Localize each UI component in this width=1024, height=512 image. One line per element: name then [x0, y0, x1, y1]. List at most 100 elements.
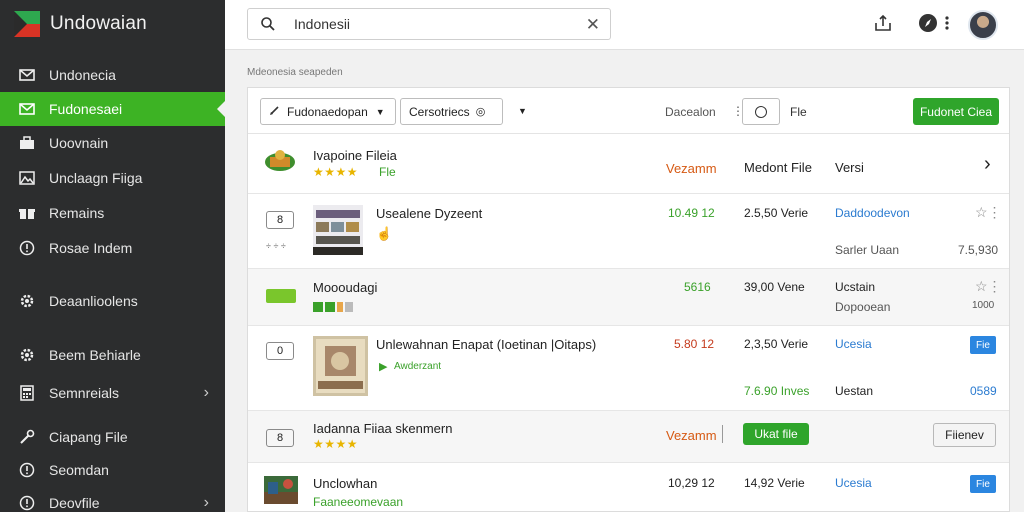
image-icon [19, 170, 35, 186]
brand: Undowaian [0, 0, 225, 48]
row-col1: Vezamm [666, 428, 717, 443]
product-thumbnail [313, 205, 363, 255]
product-thumbnail [313, 336, 368, 396]
sidebar-item-11[interactable]: Deovfile › [0, 486, 225, 512]
avatar[interactable] [968, 10, 998, 40]
sidebar-item-label: Deovfile [49, 495, 100, 511]
row-col3: Ucesia [835, 337, 872, 351]
sidebar-item-2[interactable]: Uoovnain [0, 126, 225, 160]
row-small-text: ÷ ÷ ÷ [266, 241, 286, 251]
row-col4: 0589 [970, 384, 997, 398]
sidebar-item-0[interactable]: Undonecia [0, 58, 225, 92]
star-icon[interactable]: ☆⋮ [975, 204, 1002, 221]
row-subtitle: Fle [379, 165, 396, 179]
row-col3b: Dopooean [835, 300, 891, 314]
info-icon [19, 240, 35, 256]
row-col3: Versi [835, 160, 864, 175]
table-row[interactable]: Ivapoine Fileia ★★★★ Fle Vezamm Medont F… [248, 134, 1009, 194]
chevron-down-icon[interactable]: ▼ [518, 106, 527, 116]
sidebar-item-label: Fudonesaei [49, 101, 123, 117]
sidebar-item-label: Remains [49, 205, 105, 221]
table-row[interactable]: 8 Iadanna Fiiaa skenmern ★★★★ Vezamm Uka… [248, 411, 1009, 463]
row-subtitle: Awderzant [394, 361, 442, 372]
sidebar-item-label: Rosae Indem [49, 240, 133, 256]
row-col4: 1000 [972, 300, 995, 311]
primary-action-button[interactable]: Fudonet Ciea [913, 98, 999, 125]
sidebar: Undowaian Undonecia Fudonesaei Uoovnain … [0, 0, 225, 512]
table-row[interactable]: Unclowhan Faaneeomevaan 10,29 12 14,92 V… [248, 463, 1009, 512]
compass-icon[interactable] [918, 13, 938, 38]
table-row[interactable]: 0 Unlewahnan Enapat (Ioetinan |Oitaps) ▶… [248, 326, 1009, 411]
sidebar-item-6[interactable]: Deaanlioolens [0, 284, 225, 318]
chevron-right-icon[interactable]: › [984, 153, 991, 176]
search-icon [260, 16, 276, 32]
row-col2: 14,92 Verie [744, 476, 805, 490]
edit-icon [269, 104, 281, 119]
sidebar-item-10[interactable]: Seomdan [0, 453, 225, 487]
top-bar: ✕ [225, 0, 1024, 50]
toggle-button[interactable] [742, 98, 780, 125]
sidebar-item-1[interactable]: Fudonesaei [0, 92, 225, 126]
table-row[interactable]: Moooudagi 5616 39,00 Vene Ucstain Dopooe… [248, 269, 1009, 326]
row-title: Ivapoine Fileia [313, 148, 397, 163]
sidebar-item-3[interactable]: Unclaagn Fiiga [0, 161, 225, 195]
file-tag[interactable]: Fie [970, 475, 996, 493]
app-logo [14, 11, 40, 37]
row-title: Moooudagi [313, 280, 378, 295]
search-input[interactable] [294, 16, 564, 32]
row-col3: Ucstain [835, 280, 876, 294]
rating-stars: ★★★★ [313, 437, 359, 451]
file-tag[interactable]: Fie [970, 336, 996, 354]
sidebar-item-9[interactable]: Ciapang File [0, 420, 225, 454]
sidebar-item-label: Ciapang File [49, 429, 128, 445]
sidebar-item-label: Undonecia [49, 67, 116, 83]
top-icons [856, 0, 1024, 50]
gear-icon [19, 347, 35, 363]
toolbar: Fudonaedopan ▼ Cersotriecs ◎ ▼ Dacealon … [248, 88, 1009, 134]
filter-dropdown-2[interactable]: Cersotriecs ◎ [400, 98, 503, 125]
status-badge [266, 289, 296, 303]
info-icon [19, 495, 35, 511]
row-col2: 2,3,50 Verie [744, 337, 809, 351]
row-col2b: 7.6.90 Inves [744, 384, 810, 398]
row-col4: 7.5,930 [958, 243, 999, 257]
chevron-down-icon: ▼ [375, 106, 385, 117]
filter-dropdown-1[interactable]: Fudonaedopan ▼ [260, 98, 396, 125]
main-panel: Fudonaedopan ▼ Cersotriecs ◎ ▼ Dacealon … [247, 87, 1010, 512]
bar-icon [313, 299, 365, 317]
mail-icon [19, 67, 35, 83]
app-title: Undowaian [50, 13, 147, 34]
chevron-right-icon: › [203, 384, 209, 401]
sidebar-item-7[interactable]: Beem Behiarle [0, 338, 225, 372]
section-label: Mdeonesia seapeden [247, 67, 343, 78]
toolbar-label: Dacealon [665, 105, 716, 119]
sidebar-item-5[interactable]: Rosae Indem [0, 231, 225, 265]
row-col1: 10.49 12 [668, 206, 715, 220]
row-index: 8 [266, 211, 294, 229]
sidebar-item-label: Deaanlioolens [49, 293, 138, 309]
product-thumbnail [264, 476, 298, 504]
close-icon[interactable]: ✕ [586, 15, 600, 35]
row-title: Iadanna Fiiaa skenmern [313, 421, 453, 436]
sidebar-item-4[interactable]: Remains [0, 196, 225, 230]
row-index: 0 [266, 342, 294, 360]
more-icon[interactable] [944, 15, 950, 36]
circle-icon [755, 105, 767, 118]
preview-button[interactable]: Fiienev [933, 423, 996, 447]
row-col1: 10,29 12 [668, 476, 715, 490]
star-icon[interactable]: ☆⋮ [975, 278, 1002, 295]
row-col3b: Sarler Uaan [835, 243, 900, 257]
toolbar-file-label: Fle [790, 105, 807, 119]
sidebar-item-label: Seomdan [49, 462, 109, 478]
table-row[interactable]: 8 ÷ ÷ ÷ Usealene Dyzeent ☝ 10.49 12 2.5,… [248, 194, 1009, 269]
search-box[interactable]: ✕ [247, 8, 611, 40]
row-title: Unlewahnan Enapat (Ioetinan |Oitaps) [376, 337, 597, 352]
divider [722, 425, 723, 443]
upload-icon[interactable] [874, 14, 892, 37]
sidebar-item-8[interactable]: Semnreials › [0, 376, 225, 410]
unlock-file-button[interactable]: Ukat file [743, 423, 809, 445]
mail-icon [19, 101, 35, 117]
row-col2: 39,00 Vene [744, 280, 805, 294]
row-col3: Daddoodevon [835, 206, 910, 220]
info-icon [19, 462, 35, 478]
